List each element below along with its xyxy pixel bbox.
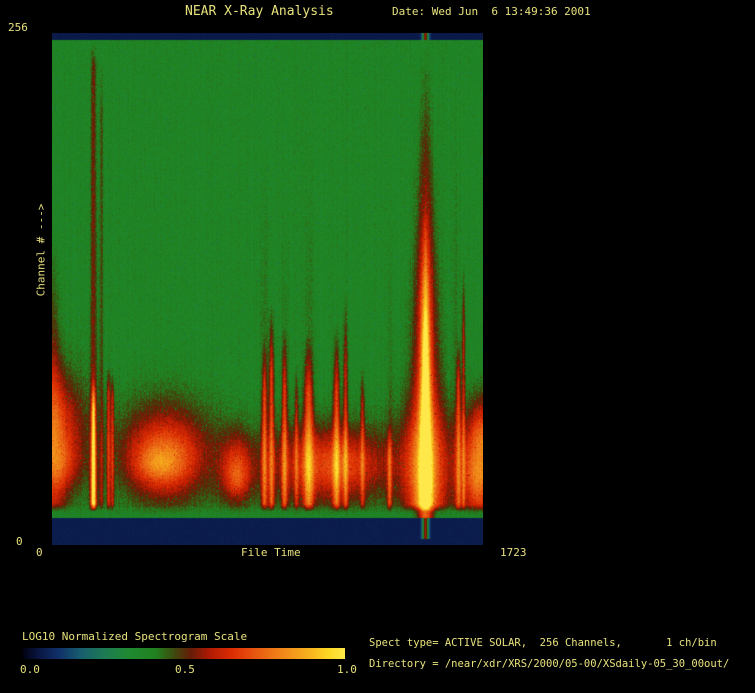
near-xray-analysis-window: NEAR X-Ray Analysis Date: Wed Jun 6 13:4… <box>0 0 755 693</box>
spect-type-info: Spect type= ACTIVE SOLAR, 256 Channels, … <box>369 637 717 649</box>
x-axis-min-tick: 0 <box>36 546 43 559</box>
x-axis-max-tick: 1723 <box>500 546 527 559</box>
x-axis-label: File Time <box>241 546 301 559</box>
y-axis-label: Channel # ---> <box>34 203 48 297</box>
page-title: NEAR X-Ray Analysis <box>185 4 334 19</box>
colorbar-label: LOG10 Normalized Spectrogram Scale <box>22 630 248 643</box>
spectrogram-heatmap <box>52 33 483 545</box>
y-axis-min-tick: 0 <box>16 535 23 548</box>
date-label: Date: Wed Jun 6 13:49:36 2001 <box>392 5 591 18</box>
colorbar-tick-max: 1.0 <box>337 663 357 676</box>
y-axis-max-tick: 256 <box>8 21 28 34</box>
colorbar-tick-min: 0.0 <box>20 663 40 676</box>
directory-info: Directory = /near/xdr/XRS/2000/05-00/XSd… <box>369 658 730 670</box>
colorbar-gradient <box>23 648 345 659</box>
colorbar-tick-mid: 0.5 <box>175 663 195 676</box>
